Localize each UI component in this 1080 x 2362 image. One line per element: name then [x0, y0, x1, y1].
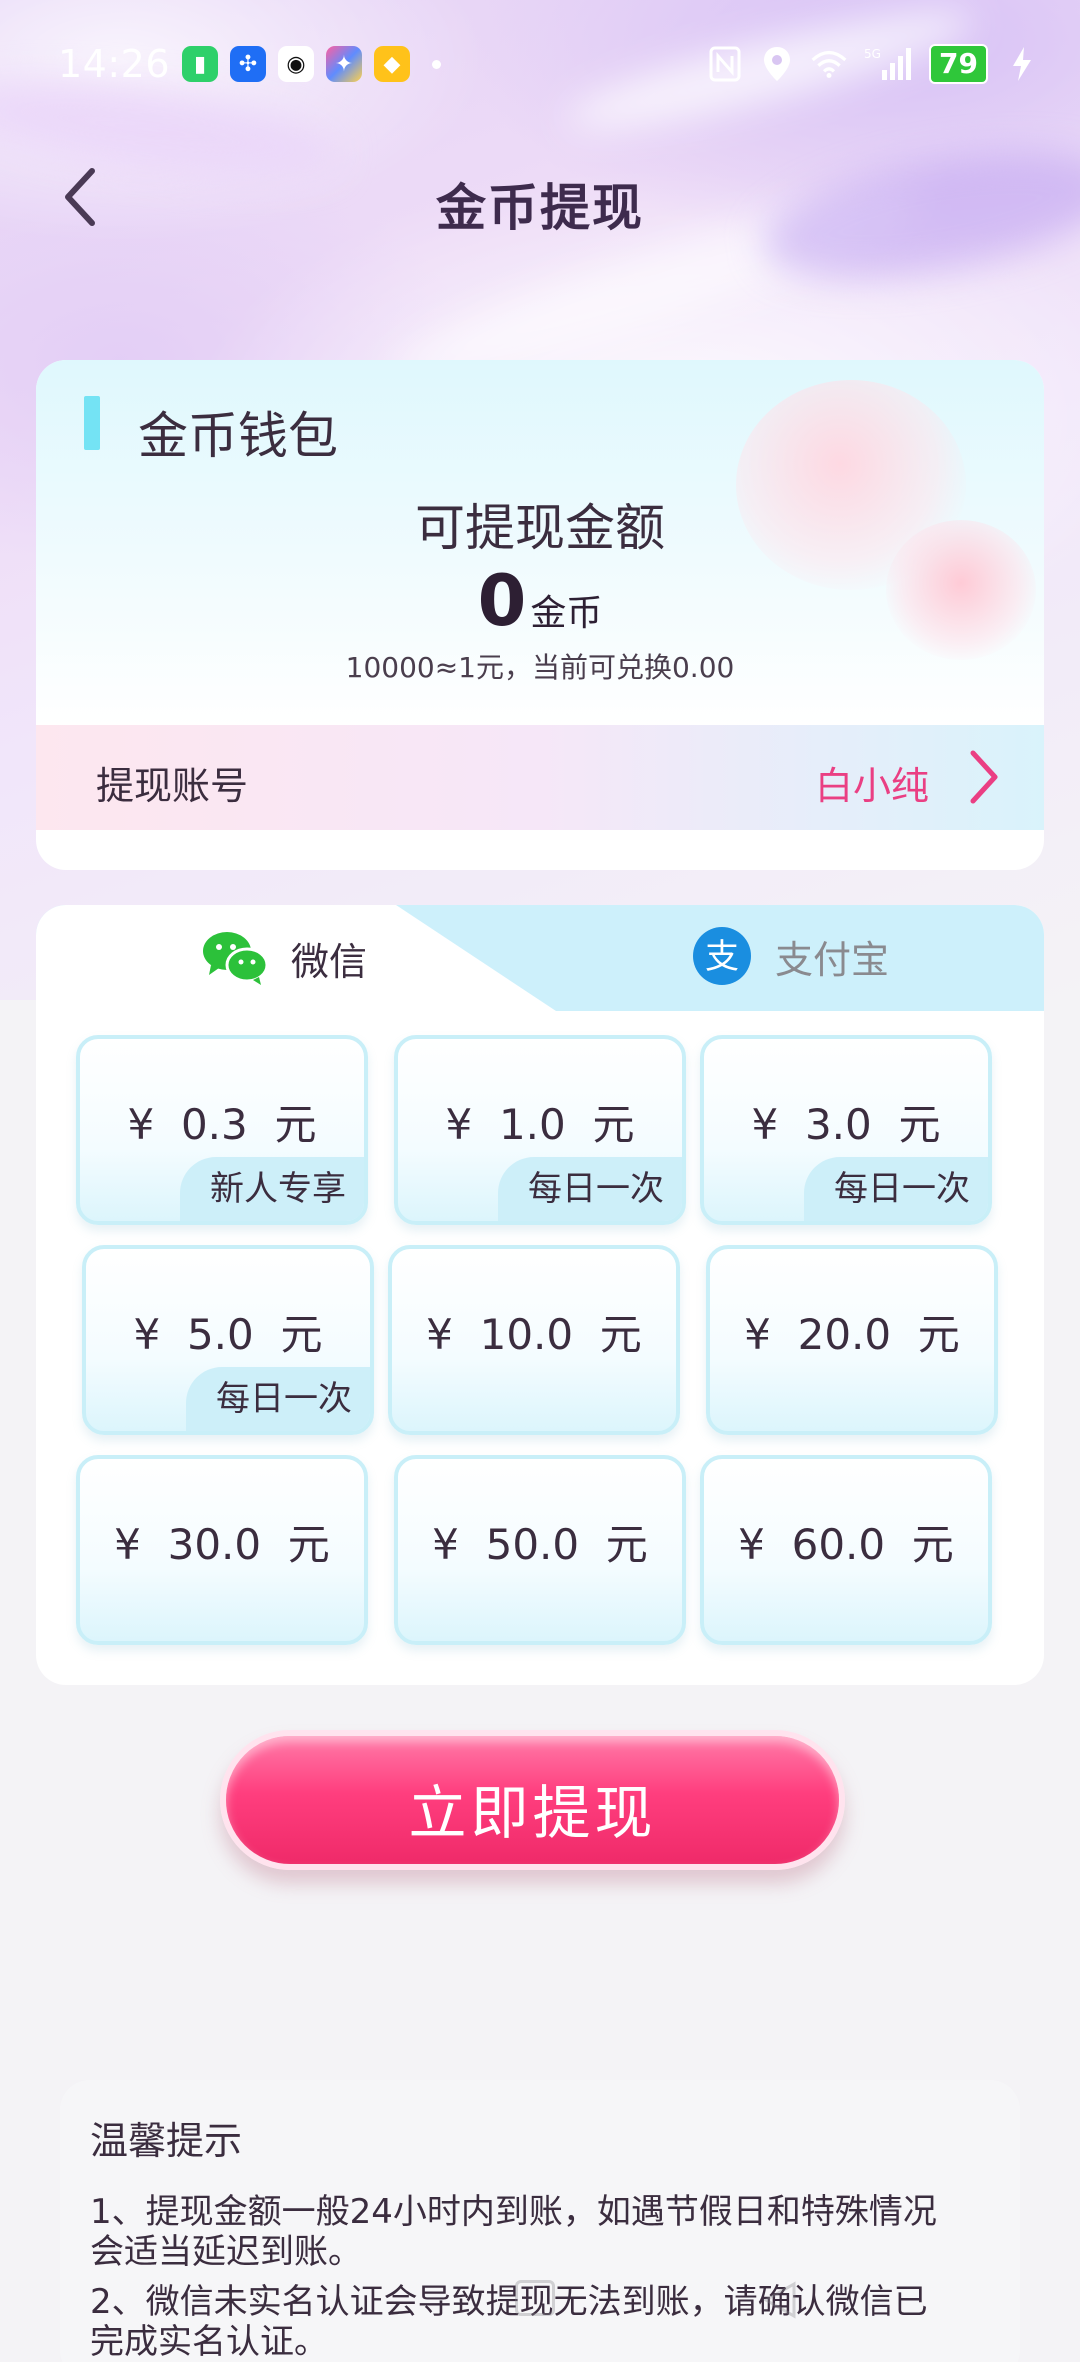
tab-alipay-label: 支付宝: [775, 937, 890, 982]
nav-bar: 金币提现: [0, 150, 1080, 250]
tab-wechat[interactable]: 微信: [201, 929, 367, 987]
amount-option[interactable]: ¥ 1.0 元 每日一次: [394, 1035, 686, 1225]
withdraw-now-label: 立即提现: [408, 1779, 657, 1847]
nfc-icon: [707, 46, 743, 82]
svg-text:5G: 5G: [864, 47, 881, 61]
more-notifications-dot: [432, 60, 441, 69]
location-icon: [759, 46, 795, 82]
amount-option[interactable]: ¥ 20.0 元: [706, 1245, 998, 1435]
tips-card: 温馨提示 1、提现金额一般24小时内到账，如遇节假日和特殊情况 会适当延迟到账。…: [60, 2080, 1020, 2362]
status-time: 14:26: [58, 42, 171, 86]
account-name: 白小纯: [814, 764, 929, 808]
amount-value: ¥ 0.3 元: [127, 1100, 317, 1149]
amount-value: ¥ 20.0 元: [744, 1310, 960, 1359]
available-label: 可提现金额: [415, 499, 665, 557]
exchange-rate-text: 10000≈1元，当前可兑换0.00: [345, 651, 735, 684]
signal-5g-icon: 5G: [863, 46, 913, 82]
qq-icon: ◉: [278, 46, 314, 82]
amount-value: ¥ 50.0 元: [432, 1520, 648, 1569]
alipay-icon: 支: [693, 927, 751, 985]
svg-text:支: 支: [705, 937, 739, 977]
tab-wechat-label: 微信: [291, 939, 368, 984]
page-title: 金币提现: [436, 179, 644, 237]
amount-tag: 新人专享: [180, 1157, 364, 1221]
home-square-icon[interactable]: [515, 2280, 555, 2316]
photos-app-icon: ✦: [326, 46, 362, 82]
amount-value: ¥ 1.0 元: [445, 1100, 635, 1149]
amount-option[interactable]: ¥ 0.3 元 新人专享: [76, 1035, 368, 1225]
amount-option[interactable]: ¥ 50.0 元: [394, 1455, 686, 1645]
amount-option[interactable]: ¥ 10.0 元: [388, 1245, 680, 1435]
battery-app-icon: ▮: [182, 46, 218, 82]
tab-alipay[interactable]: 支 支付宝: [691, 925, 889, 987]
amount-option[interactable]: ¥ 5.0 元 每日一次: [82, 1245, 374, 1435]
pinwheel-app-icon: ✣: [230, 46, 266, 82]
amount-tag: 每日一次: [804, 1157, 988, 1221]
withdraw-account-row[interactable]: 提现账号 白小纯: [36, 725, 1044, 830]
tips-line: 完成实名认证。: [90, 2322, 328, 2362]
withdraw-page: 14:26 ▮ ✣ ◉ ✦ ◆ 5G 79 金币提现 金币钱包 可提现金额 0 …: [0, 0, 1080, 2362]
diamond-app-icon: ◆: [374, 46, 410, 82]
coin-unit: 金币: [530, 593, 603, 634]
amount-tag: 每日一次: [498, 1157, 682, 1221]
wallet-summary: 金币钱包 可提现金额 0 金币 10000≈1元，当前可兑换0.00: [36, 360, 1044, 725]
coin-balance: 0: [477, 560, 527, 642]
chevron-right-icon: [959, 747, 1009, 807]
amount-value: ¥ 10.0 元: [426, 1310, 642, 1359]
back-triangle-icon[interactable]: [760, 2280, 800, 2324]
status-bar: 14:26 ▮ ✣ ◉ ✦ ◆ 5G 79: [0, 30, 1080, 100]
tips-line: 1、提现金额一般24小时内到账，如遇节假日和特殊情况: [90, 2192, 937, 2232]
tips-title: 温馨提示: [90, 2119, 243, 2163]
wallet-title: 金币钱包: [138, 407, 338, 465]
tips-line: 会适当延迟到账。: [90, 2232, 362, 2272]
withdraw-options-card: 微信 支 支付宝 ¥ 0.3 元 新人专享 ¥ 1.0 元 每日一次 ¥ 3.0…: [36, 905, 1044, 1685]
wechat-icon: [203, 932, 269, 985]
wallet-card: 金币钱包 可提现金额 0 金币 10000≈1元，当前可兑换0.00 提现账号 白…: [36, 360, 1044, 870]
available-amount: 0 金币: [36, 560, 1044, 642]
amount-value: ¥ 3.0 元: [751, 1100, 941, 1149]
section-accent-bar: [84, 396, 100, 450]
amount-option[interactable]: ¥ 30.0 元: [76, 1455, 368, 1645]
withdraw-now-button[interactable]: 立即提现: [220, 1730, 845, 1870]
notification-icons: ▮ ✣ ◉ ✦ ◆: [182, 46, 441, 82]
account-label: 提现账号: [96, 764, 249, 808]
amount-option[interactable]: ¥ 3.0 元 每日一次: [700, 1035, 992, 1225]
charging-icon: [1004, 46, 1040, 82]
amount-value: ¥ 5.0 元: [133, 1310, 323, 1359]
amount-value: ¥ 30.0 元: [114, 1520, 330, 1569]
amount-option[interactable]: ¥ 60.0 元: [700, 1455, 992, 1645]
battery-level: 79: [929, 44, 988, 84]
system-icons: 5G 79: [707, 44, 1040, 84]
amount-value: ¥ 60.0 元: [738, 1520, 954, 1569]
wifi-icon: [811, 46, 847, 82]
amount-tag: 每日一次: [186, 1367, 370, 1431]
